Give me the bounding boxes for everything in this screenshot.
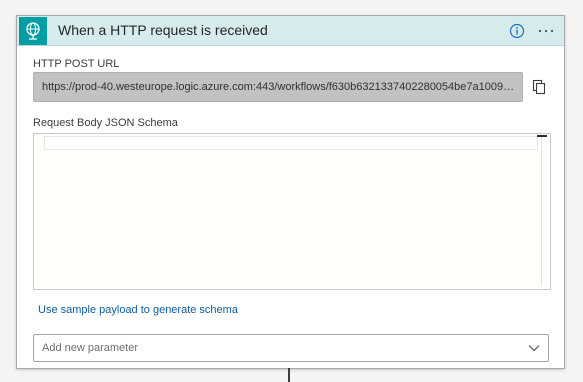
- chevron-down-icon: [528, 345, 540, 352]
- schema-label: Request Body JSON Schema: [33, 117, 178, 129]
- http-post-url-value[interactable]: https://prod-40.westeurope.logic.azure.c…: [42, 81, 518, 93]
- info-button[interactable]: [508, 22, 526, 40]
- trigger-title: When a HTTP request is received: [58, 22, 268, 38]
- globe-request-icon: [26, 22, 40, 40]
- http-post-url-field[interactable]: https://prod-40.westeurope.logic.azure.c…: [33, 72, 523, 102]
- copy-url-button[interactable]: [531, 79, 547, 95]
- editor-overview-ruler-marker: [537, 135, 547, 137]
- trigger-icon: [19, 17, 47, 45]
- editor-current-line: [44, 136, 538, 150]
- flow-connector: [288, 368, 290, 382]
- designer-canvas: When a HTTP request is received HTTP POS…: [0, 0, 583, 382]
- editor-scrollbar[interactable]: [541, 138, 542, 286]
- trigger-header[interactable]: When a HTTP request is received: [17, 16, 564, 46]
- copy-icon: [532, 79, 546, 95]
- http-post-url-label: HTTP POST URL: [33, 58, 120, 70]
- more-options-button[interactable]: [537, 22, 555, 40]
- trigger-card: When a HTTP request is received HTTP POS…: [16, 15, 565, 369]
- more-icon: [538, 29, 554, 33]
- schema-editor[interactable]: [33, 133, 551, 290]
- add-new-parameter-dropdown[interactable]: Add new parameter: [33, 334, 549, 362]
- add-new-parameter-placeholder: Add new parameter: [42, 342, 138, 354]
- use-sample-payload-link[interactable]: Use sample payload to generate schema: [38, 304, 238, 316]
- info-icon: [509, 23, 525, 39]
